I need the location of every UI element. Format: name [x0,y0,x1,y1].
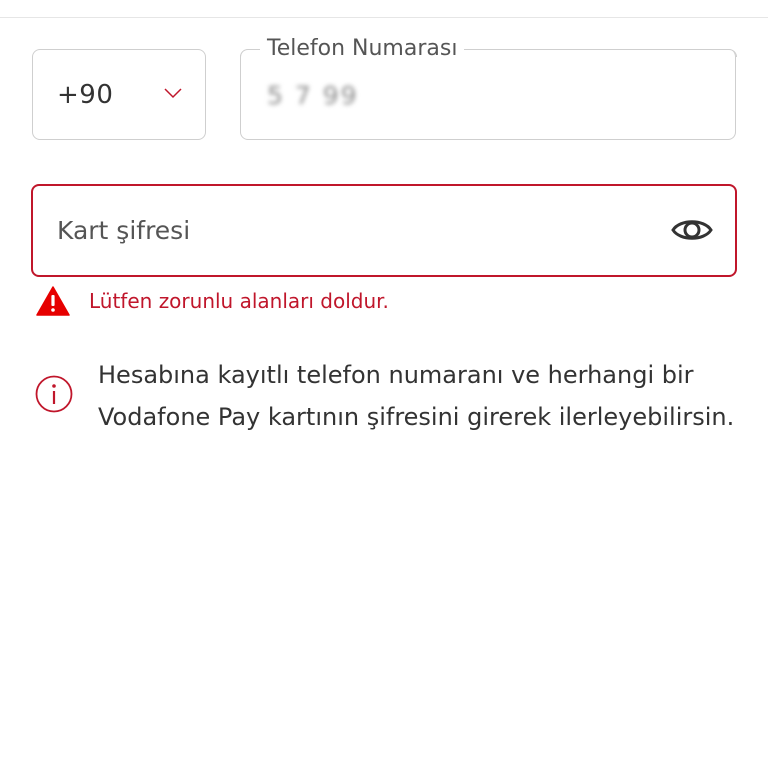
chevron-down-icon [164,88,182,99]
info-icon [35,375,73,413]
phone-number-label: Telefon Numarası [265,36,460,61]
field-border-left [239,49,260,57]
phone-number-value: 5 7 99 [267,81,359,110]
phone-number-field[interactable]: Telefon Numarası 5 7 99 [239,36,737,140]
eye-icon[interactable] [671,214,713,246]
error-message: Lütfen zorunlu alanları doldur. [89,289,389,313]
error-message-row: Lütfen zorunlu alanları doldur. [36,286,736,318]
top-divider [0,17,768,18]
info-text: Hesabına kayıtlı telefon numaranı ve her… [98,361,735,431]
country-code-value: +90 [57,80,114,110]
field-border-right [464,49,737,57]
country-code-select[interactable]: +90 [32,49,206,140]
card-pin-field[interactable]: Kart şifresi [31,184,737,277]
card-pin-placeholder: Kart şifresi [57,216,191,245]
warning-icon [36,286,70,316]
login-form-page: +90 Telefon Numarası 5 7 99 Kart şifresi… [0,0,768,768]
